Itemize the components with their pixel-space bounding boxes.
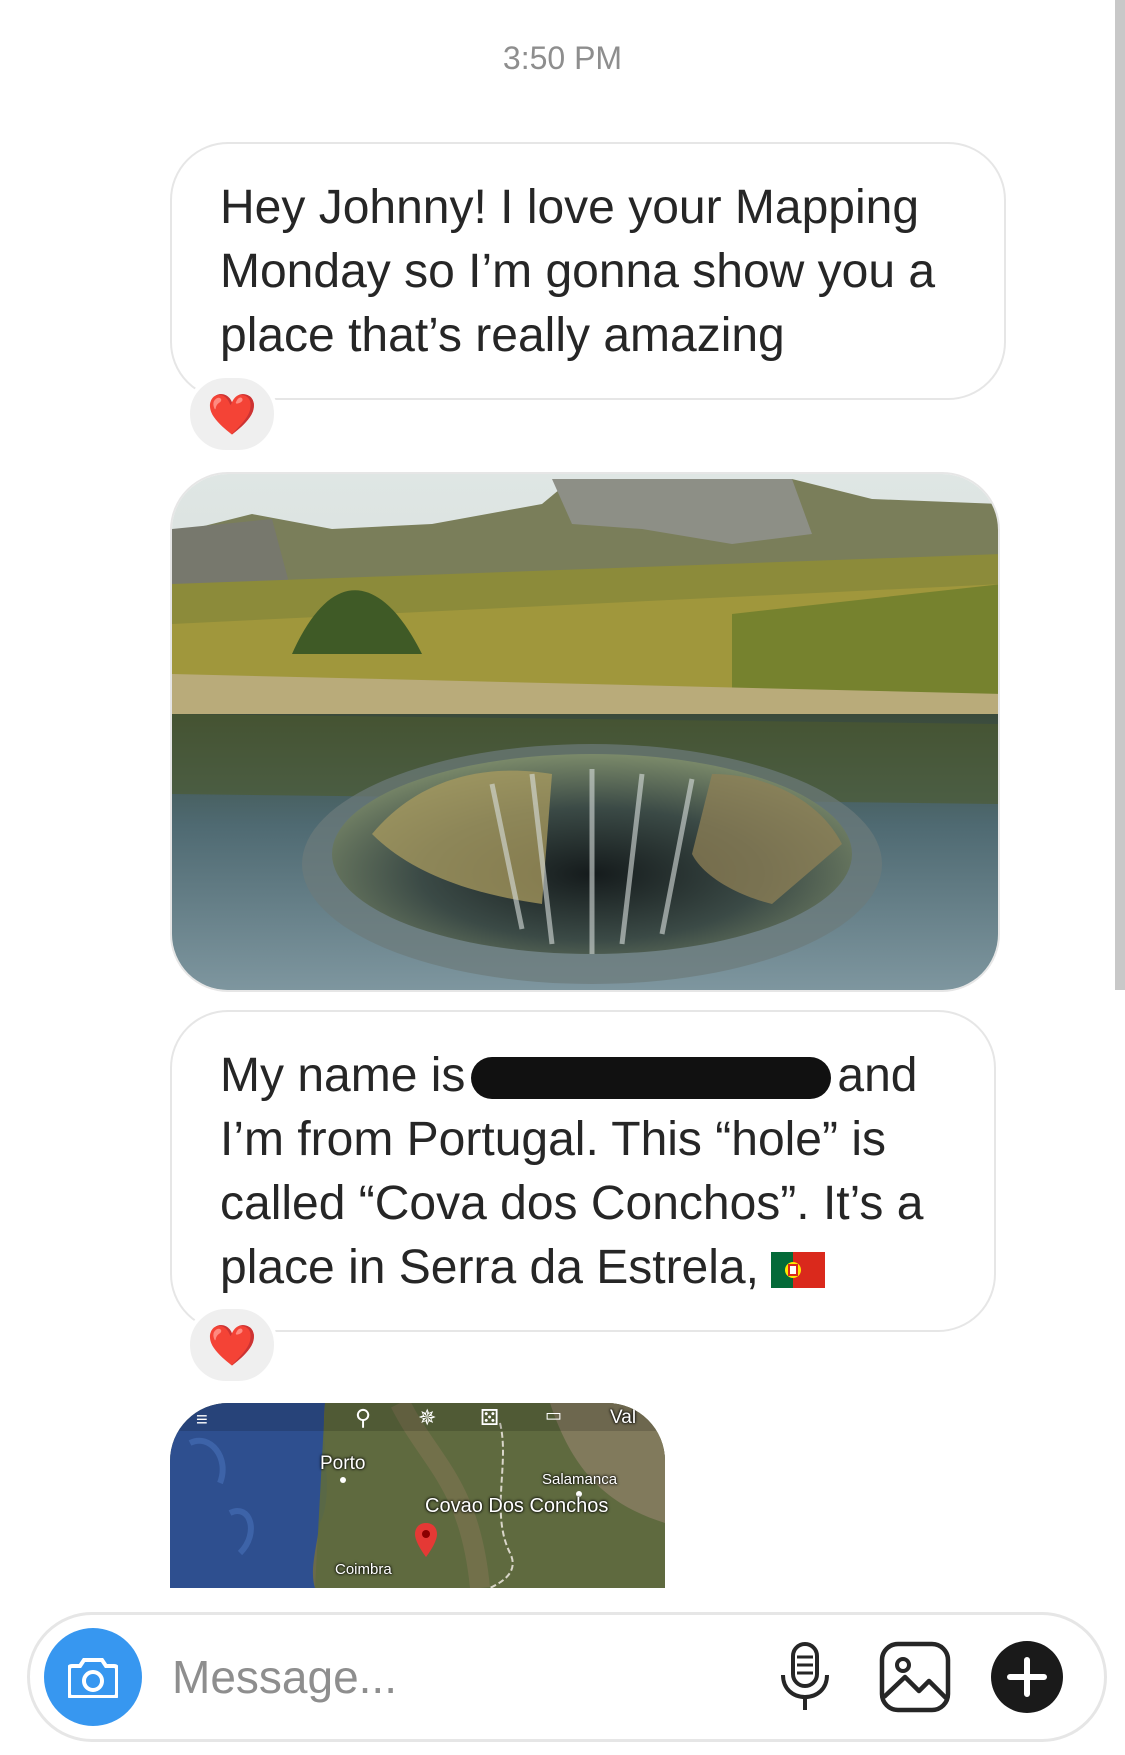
gallery-button[interactable] xyxy=(878,1640,952,1714)
heart-icon: ❤️ xyxy=(207,392,257,437)
message-timestamp: 3:50 PM xyxy=(502,40,623,76)
map-label-porto: Porto xyxy=(320,1453,366,1474)
map-label-coimbra: Coimbra xyxy=(335,1561,392,1578)
image-gallery-icon xyxy=(879,1641,951,1713)
redacted-name xyxy=(471,1057,832,1100)
search-icon[interactable]: ⚲ xyxy=(355,1405,371,1431)
map-dot-porto xyxy=(340,1477,346,1483)
ruler-icon[interactable]: ▭ xyxy=(545,1405,562,1426)
map-label-salamanca: Salamanca xyxy=(542,1471,618,1488)
map-screenshot-message[interactable]: ≡ ⚲ ✵ ⚄ ▭ Val Porto Salamanca Covao Dos … xyxy=(170,1403,665,1588)
map-label-valla: Val xyxy=(610,1407,637,1428)
message-input[interactable] xyxy=(170,1643,734,1711)
message-composer xyxy=(27,1612,1107,1742)
scrollbar[interactable] xyxy=(1115,0,1125,990)
message-text-2: My name is and I’m from Portugal. This “h… xyxy=(172,1012,994,1300)
plus-circle-icon xyxy=(991,1641,1063,1713)
message-bubble-1[interactable]: Hey Johnny! I love your Mapping Monday s… xyxy=(170,142,1006,400)
photo-message[interactable] xyxy=(170,472,1000,992)
sinkhole-landscape-photo xyxy=(172,474,998,990)
camera-icon xyxy=(68,1658,118,1698)
heart-icon: ❤️ xyxy=(207,1323,257,1368)
microphone-button[interactable] xyxy=(768,1640,842,1714)
map-pin-icon xyxy=(415,1523,437,1557)
message-text-2-start: My name is xyxy=(220,1049,466,1102)
add-button[interactable] xyxy=(990,1640,1064,1714)
microphone-icon xyxy=(781,1642,829,1710)
portugal-flag-icon xyxy=(770,1252,825,1289)
message-text-1: Hey Johnny! I love your Mapping Monday s… xyxy=(220,181,936,362)
message-bubble-2[interactable]: My name is and I’m from Portugal. This “h… xyxy=(170,1010,996,1332)
hamburger-menu-icon[interactable]: ≡ xyxy=(196,1409,208,1432)
reaction-heart-2[interactable]: ❤️ xyxy=(186,1305,278,1385)
dice-icon[interactable]: ⚄ xyxy=(480,1405,499,1431)
camera-button[interactable] xyxy=(44,1628,142,1726)
compass-icon[interactable]: ✵ xyxy=(418,1405,436,1431)
reaction-heart-1[interactable]: ❤️ xyxy=(186,374,278,454)
map-label-covao: Covao Dos Conchos xyxy=(425,1495,609,1517)
